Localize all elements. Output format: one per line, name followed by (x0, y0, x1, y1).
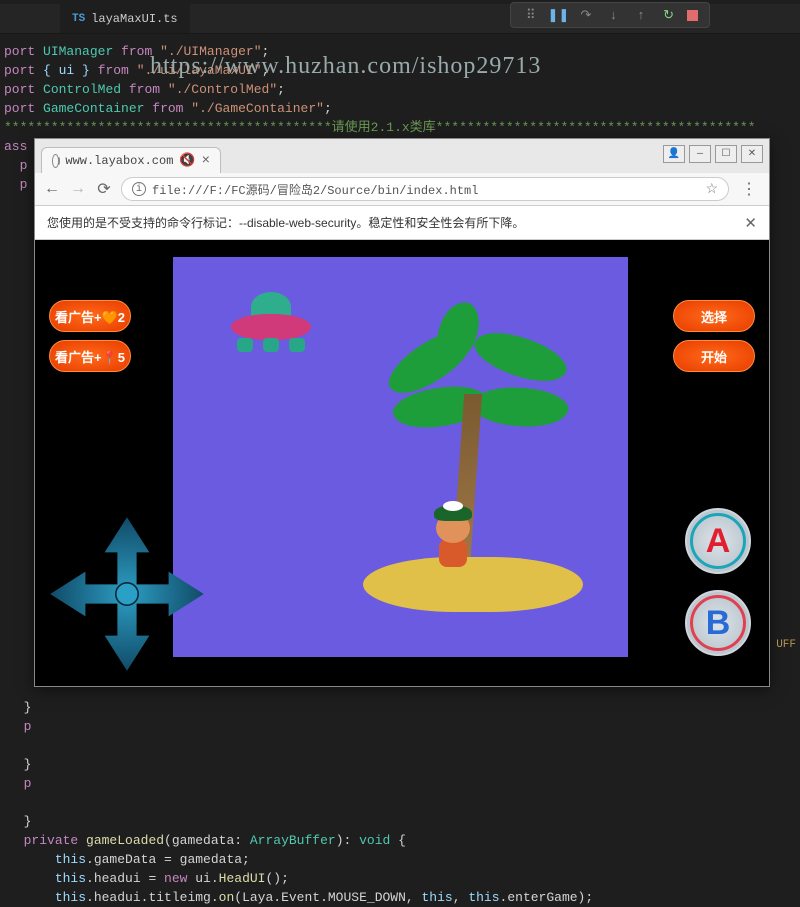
tab-close-icon[interactable]: × (202, 153, 210, 169)
window-controls: 👤 — ☐ ✕ (663, 145, 763, 163)
address-bar: ← → ⟳ i file:///F:/FC源码/冒险岛2/Source/bin/… (35, 173, 769, 206)
game-screen (173, 257, 628, 657)
stop-icon[interactable] (687, 10, 698, 21)
step-over-icon[interactable]: ↷ (577, 6, 595, 24)
start-button[interactable]: 开始 (673, 340, 755, 372)
reload-icon[interactable]: ⟳ (95, 179, 113, 199)
forward-icon[interactable]: → (69, 180, 87, 198)
dpad-control[interactable] (47, 514, 207, 674)
url-text: file:///F:/FC源码/冒险岛2/Source/bin/index.ht… (152, 181, 478, 198)
buffer-tag: UFF (776, 639, 796, 651)
infobar-text: 您使用的是不受支持的命令行标记：--disable-web-security。稳… (47, 214, 524, 231)
watch-ad-button-2[interactable]: 看广告+📍5 (49, 340, 131, 372)
browser-tab[interactable]: www.layabox.com 🔇 × (41, 147, 221, 173)
browser-window: www.layabox.com 🔇 × 👤 — ☐ ✕ ← → ⟳ i file… (34, 138, 770, 687)
step-into-icon[interactable]: ↓ (604, 6, 622, 24)
security-infobar: 您使用的是不受支持的命令行标记：--disable-web-security。稳… (35, 206, 769, 240)
maximize-button[interactable]: ☐ (715, 145, 737, 163)
tab-filename: layaMaxUI.ts (91, 12, 177, 26)
close-button[interactable]: ✕ (741, 145, 763, 163)
watch-ad-button-1[interactable]: 看广告+🧡2 (49, 300, 131, 332)
back-icon[interactable]: ← (43, 180, 61, 198)
menu-icon[interactable]: ⋮ (737, 179, 761, 199)
game-viewport: 看广告+🧡2 看广告+📍5 选择 开始 A B (35, 240, 769, 686)
pause-icon[interactable]: ❚❚ (549, 6, 567, 24)
dpad-icon (47, 514, 207, 674)
player-sprite (431, 505, 475, 567)
debug-grip-icon[interactable]: ⠿ (522, 6, 540, 24)
editor-tab-active[interactable]: TS layaMaxUI.ts (60, 4, 190, 33)
select-button[interactable]: 选择 (673, 300, 755, 332)
tab-title: www.layabox.com (65, 154, 173, 168)
url-field[interactable]: i file:///F:/FC源码/冒险岛2/Source/bin/index.… (121, 177, 729, 201)
bookmark-star-icon[interactable]: ☆ (705, 181, 718, 198)
speaker-icon[interactable]: 🔇 (179, 153, 195, 168)
user-icon[interactable]: 👤 (663, 145, 685, 163)
minimize-button[interactable]: — (689, 145, 711, 163)
infobar-close-icon[interactable]: ✕ (744, 214, 757, 232)
globe-icon (52, 154, 59, 168)
a-button[interactable]: A (685, 508, 751, 574)
browser-tab-strip: www.layabox.com 🔇 × 👤 — ☐ ✕ (35, 139, 769, 173)
restart-icon[interactable]: ↻ (660, 6, 678, 24)
debug-toolbar: ⠿ ❚❚ ↷ ↓ ↑ ↻ (510, 2, 710, 28)
code-below[interactable]: } p } p } private gameLoaded(gamedata: A… (4, 690, 796, 907)
b-button[interactable]: B (685, 590, 751, 656)
ts-icon: TS (72, 13, 85, 25)
step-out-icon[interactable]: ↑ (632, 6, 650, 24)
ufo-sprite (231, 292, 311, 352)
site-info-icon[interactable]: i (132, 182, 146, 196)
